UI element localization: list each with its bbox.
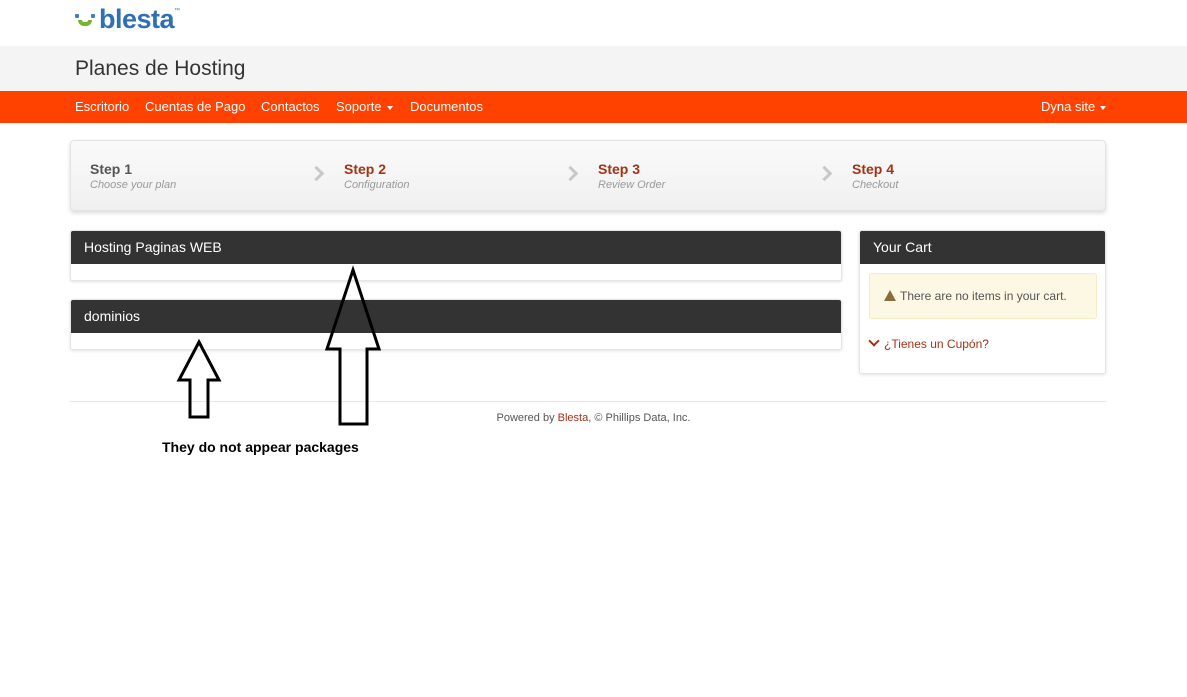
arrow-up-icon [324, 265, 382, 426]
annotation-overlay [176, 265, 382, 426]
annotation-note: They do not appear packages [162, 439, 359, 455]
arrow-up-icon [176, 338, 222, 419]
